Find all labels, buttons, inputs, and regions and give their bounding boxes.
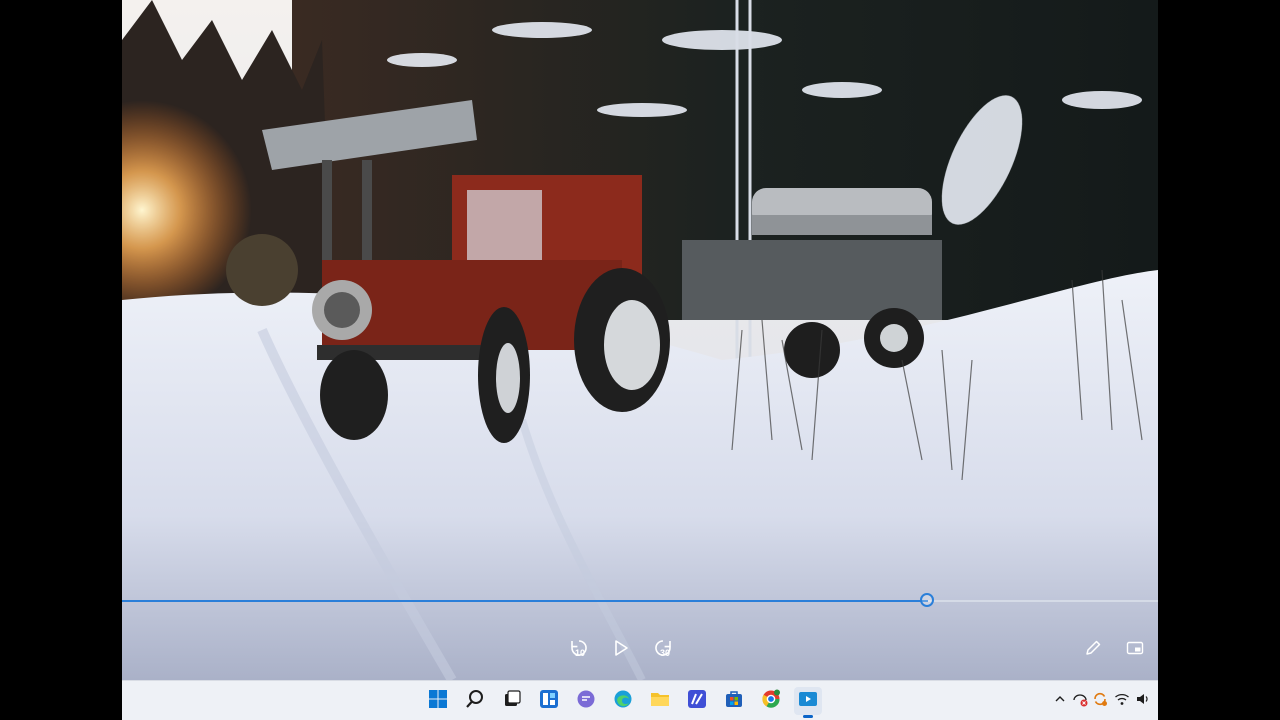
media-player-window: 10 30 — [122, 0, 1158, 720]
mini-view-button[interactable] — [1121, 634, 1149, 662]
task-view-icon — [502, 689, 522, 714]
chevron-up-icon — [1054, 692, 1066, 710]
update-status[interactable] — [1092, 691, 1108, 712]
edge-button[interactable] — [609, 687, 637, 715]
chat-icon — [576, 689, 596, 714]
search-button[interactable] — [461, 687, 489, 715]
edge-browser-icon — [613, 689, 633, 714]
play-button[interactable] — [607, 634, 635, 662]
seek-bar[interactable] — [122, 593, 1158, 607]
network-error-icon — [1072, 691, 1088, 712]
volume-control[interactable] — [1135, 693, 1151, 709]
seek-bar-thumb[interactable] — [920, 593, 934, 607]
tray-overflow-button[interactable] — [1052, 693, 1068, 709]
chrome-icon — [761, 689, 781, 714]
skip-back-button[interactable]: 10 — [565, 634, 593, 662]
wifi-status[interactable] — [1114, 693, 1130, 709]
file-explorer-button[interactable] — [646, 687, 674, 715]
blue-app-icon — [687, 689, 707, 714]
media-player-button[interactable] — [794, 687, 822, 718]
edit-button[interactable] — [1079, 634, 1107, 662]
playback-controls: 10 30 — [122, 580, 1158, 680]
mini-view-icon — [1126, 639, 1144, 657]
search-icon — [465, 689, 485, 714]
media-player-icon — [798, 689, 818, 714]
chrome-button[interactable] — [757, 687, 785, 715]
windows-start-icon — [428, 689, 448, 714]
video-scene — [122, 0, 1158, 680]
folder-icon — [650, 689, 670, 714]
seek-bar-progress — [122, 600, 928, 602]
wifi-icon — [1114, 691, 1130, 712]
blue-app-button[interactable] — [683, 687, 711, 715]
update-icon — [1092, 691, 1108, 712]
store-button[interactable] — [720, 687, 748, 715]
pencil-icon — [1084, 639, 1102, 657]
left-letterbox — [0, 0, 122, 720]
store-icon — [724, 689, 744, 714]
network-status[interactable] — [1072, 693, 1088, 709]
widgets-icon — [539, 689, 559, 714]
skip-back-label: 10 — [575, 648, 586, 658]
start-button[interactable] — [424, 687, 452, 715]
widgets-button[interactable] — [535, 687, 563, 715]
play-icon — [612, 639, 630, 657]
taskbar — [122, 680, 1158, 720]
volume-icon — [1135, 691, 1151, 712]
skip-forward-label: 30 — [660, 648, 671, 658]
skip-forward-button[interactable]: 30 — [649, 634, 677, 662]
chat-button[interactable] — [572, 687, 600, 715]
video-frame[interactable] — [122, 0, 1158, 680]
task-view-button[interactable] — [498, 687, 526, 715]
right-letterbox — [1158, 0, 1280, 720]
